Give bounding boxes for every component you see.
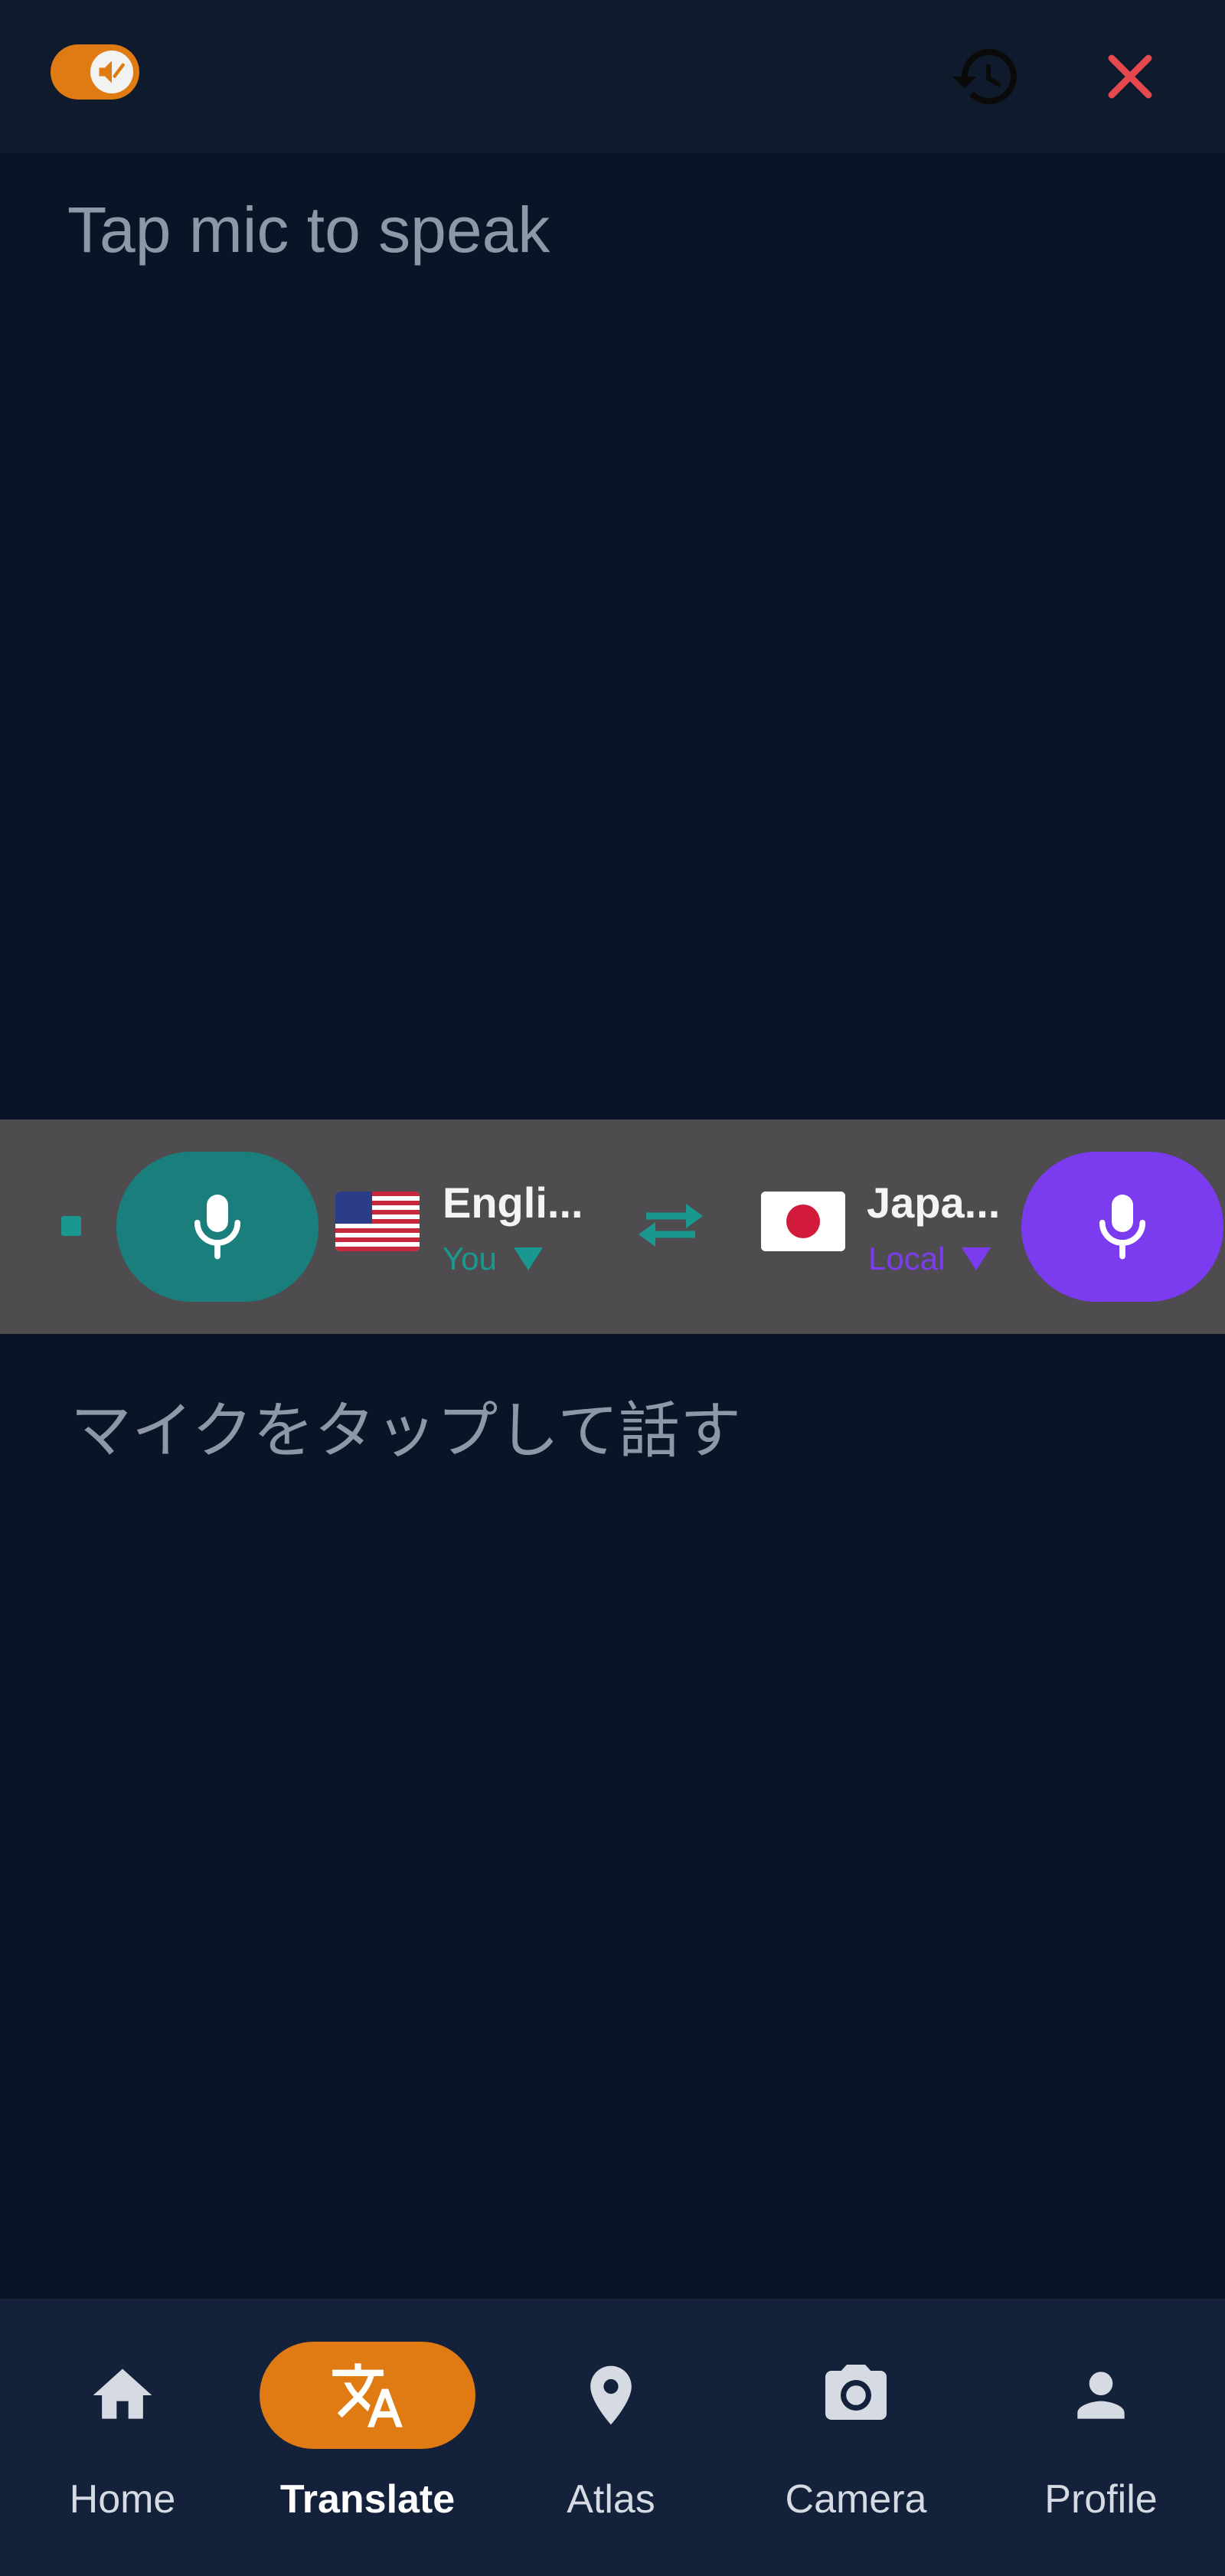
- mic-button-you[interactable]: [116, 1152, 318, 1302]
- microphone-icon: [194, 1195, 241, 1260]
- speaker-icon: [90, 51, 133, 93]
- person-icon: [1077, 2372, 1125, 2419]
- speaker-toggle[interactable]: [51, 44, 139, 100]
- home-icon: [93, 2368, 152, 2419]
- source-placeholder: Tap mic to speak: [67, 194, 550, 266]
- you-language-name[interactable]: Engli...: [443, 1178, 583, 1228]
- target-placeholder: マイクをタップして話す: [70, 1397, 741, 1465]
- close-icon: [1108, 54, 1152, 99]
- microphone-icon: [1099, 1195, 1146, 1260]
- history-button[interactable]: [949, 40, 1023, 113]
- local-language-selector[interactable]: Local: [868, 1241, 991, 1277]
- nav-camera[interactable]: Camera: [741, 2328, 971, 2542]
- mic-button-local[interactable]: [1021, 1152, 1223, 1302]
- you-role-label: You: [443, 1241, 497, 1277]
- target-text-pane[interactable]: [0, 1334, 1225, 2299]
- dropdown-triangle-icon: [962, 1247, 991, 1270]
- nav-label-translate: Translate: [279, 2477, 456, 2522]
- local-role-label: Local: [868, 1241, 946, 1277]
- japan-flag-icon[interactable]: [761, 1192, 845, 1251]
- dropdown-triangle-icon: [513, 1247, 543, 1270]
- nav-label-camera: Camera: [785, 2477, 927, 2522]
- nav-label-atlas: Atlas: [567, 2477, 655, 2522]
- top-bar: [0, 0, 1225, 153]
- us-flag-icon[interactable]: [335, 1192, 420, 1251]
- swap-languages-button[interactable]: [632, 1195, 709, 1256]
- listening-indicator: [61, 1216, 81, 1236]
- you-language-selector[interactable]: You: [443, 1241, 543, 1277]
- close-button[interactable]: [1093, 40, 1167, 113]
- source-text-pane[interactable]: [0, 153, 1225, 1120]
- nav-profile[interactable]: Profile: [986, 2328, 1216, 2542]
- nav-label-home: Home: [69, 2477, 176, 2522]
- nav-home[interactable]: Home: [8, 2328, 237, 2542]
- camera-icon: [825, 2365, 887, 2420]
- nav-atlas[interactable]: Atlas: [496, 2328, 726, 2542]
- translate-icon: [332, 2363, 403, 2427]
- local-language-name[interactable]: Japa...: [867, 1178, 1000, 1228]
- location-pin-icon: [590, 2365, 632, 2425]
- nav-label-profile: Profile: [1044, 2477, 1158, 2522]
- nav-translate[interactable]: Translate: [253, 2328, 482, 2542]
- swap-arrows-icon: [639, 1204, 703, 1247]
- history-icon: [952, 49, 1017, 104]
